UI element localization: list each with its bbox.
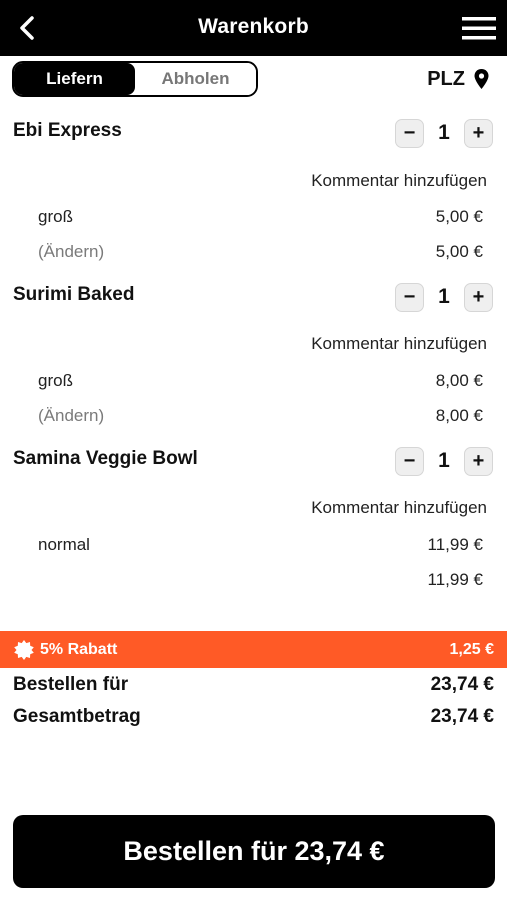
item-total-price: 5,00 € bbox=[435, 242, 483, 261]
quantity-stepper: − 1 + bbox=[395, 282, 493, 312]
total-label: Gesamtbetrag bbox=[13, 706, 141, 727]
decrease-quantity-button[interactable]: − bbox=[395, 282, 424, 312]
item-option-price: 8,00 € bbox=[435, 371, 483, 390]
badge-icon bbox=[14, 640, 34, 660]
order-for-label: Bestellen für bbox=[13, 674, 129, 695]
tab-abholen[interactable]: Abholen bbox=[135, 63, 256, 95]
order-for-value: 23,74 € bbox=[430, 674, 494, 695]
change-option-link[interactable]: (Ändern) bbox=[38, 242, 104, 262]
item-total-price: 11,99 € bbox=[427, 570, 483, 589]
item-option-price: 11,99 € bbox=[427, 535, 483, 554]
app-header: Warenkorb bbox=[0, 0, 507, 56]
discount-value: 1,25 € bbox=[449, 641, 494, 658]
page-title: Warenkorb bbox=[198, 15, 309, 38]
item-option-label: normal bbox=[38, 535, 90, 554]
location-pin-icon bbox=[474, 69, 489, 89]
decrease-quantity-button[interactable]: − bbox=[395, 446, 424, 476]
item-option-label: groß bbox=[38, 371, 73, 390]
plz-label: PLZ bbox=[427, 67, 465, 90]
discount-label: 5% Rabatt bbox=[40, 641, 118, 658]
cart-item-name: Ebi Express bbox=[13, 120, 122, 141]
add-comment-link[interactable]: Kommentar hinzufügen bbox=[311, 171, 487, 191]
change-option-link[interactable]: (Ändern) bbox=[38, 406, 104, 426]
quantity-stepper: − 1 + bbox=[395, 118, 493, 148]
cart-item-name: Surimi Baked bbox=[13, 284, 135, 305]
item-option-label: groß bbox=[38, 207, 73, 226]
menu-button[interactable] bbox=[461, 14, 497, 42]
increase-quantity-button[interactable]: + bbox=[464, 446, 493, 476]
delivery-mode-toggle: Liefern Abholen bbox=[12, 61, 258, 97]
decrease-quantity-button[interactable]: − bbox=[395, 118, 424, 148]
add-comment-link[interactable]: Kommentar hinzufügen bbox=[311, 498, 487, 518]
plz-selector[interactable]: PLZ bbox=[427, 66, 490, 92]
total-value: 23,74 € bbox=[430, 706, 494, 727]
quantity-value: 1 bbox=[438, 285, 450, 308]
increase-quantity-button[interactable]: + bbox=[464, 282, 493, 312]
tab-liefern[interactable]: Liefern bbox=[14, 63, 135, 95]
hamburger-menu-icon bbox=[462, 17, 496, 40]
place-order-button[interactable]: Bestellen für 23,74 € bbox=[13, 815, 495, 888]
quantity-value: 1 bbox=[438, 449, 450, 472]
item-total-price: 8,00 € bbox=[435, 406, 483, 425]
add-comment-link[interactable]: Kommentar hinzufügen bbox=[311, 334, 487, 354]
cart-item-name: Samina Veggie Bowl bbox=[13, 448, 198, 469]
discount-banner: 5% Rabatt 1,25 € bbox=[0, 631, 507, 668]
increase-quantity-button[interactable]: + bbox=[464, 118, 493, 148]
quantity-value: 1 bbox=[438, 121, 450, 144]
item-option-price: 5,00 € bbox=[435, 207, 483, 226]
quantity-stepper: − 1 + bbox=[395, 446, 493, 476]
